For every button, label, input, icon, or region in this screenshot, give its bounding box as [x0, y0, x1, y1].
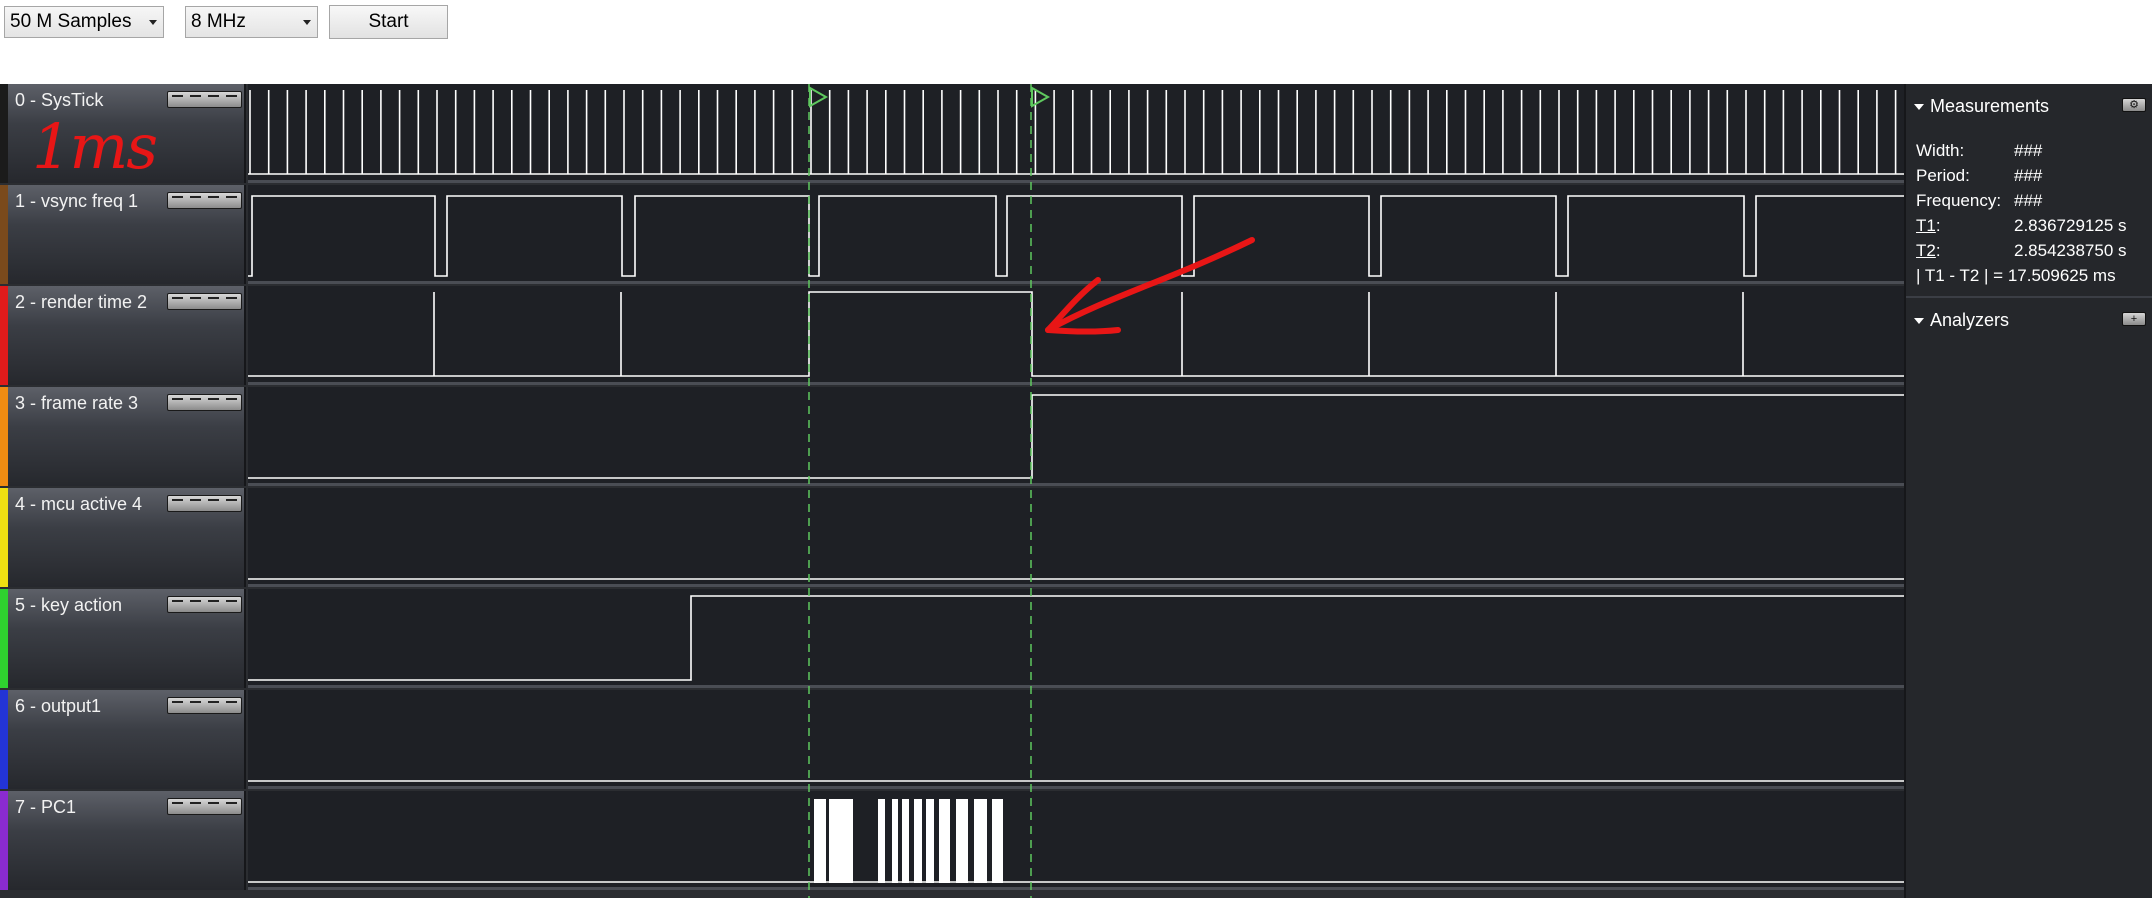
gear-icon[interactable]: ⚙	[2122, 98, 2146, 112]
analyzers-header[interactable]: Analyzers	[1914, 310, 2009, 334]
t2-row: T2: 2.854238750 s	[1916, 241, 2127, 260]
t1-row: T1: 2.836729125 s	[1916, 216, 2127, 235]
measurements-header[interactable]: Measurements	[1914, 96, 2049, 120]
annotation-arrow	[1045, 237, 1255, 335]
divider	[1906, 296, 2152, 298]
measurements-title: Measurements	[1930, 96, 2050, 116]
side-panel: Measurements ⚙ Width: ### Period: ### Fr…	[1904, 84, 2152, 898]
collapse-triangle-icon	[1914, 318, 1924, 325]
analyzers-title: Analyzers	[1930, 310, 2010, 330]
frequency-label: Frequency:	[1916, 191, 2002, 210]
frequency-row: Frequency: ###	[1916, 191, 2042, 215]
width-row: Width: ###	[1916, 141, 2042, 165]
width-value: ###	[2014, 141, 2043, 160]
t1-value: 2.836729125 s	[2014, 216, 2127, 235]
t1-label[interactable]: T1	[1916, 216, 1936, 235]
t2-value: 2.854238750 s	[2014, 241, 2127, 260]
period-label: Period:	[1916, 166, 1970, 185]
time-difference: | T1 - T2 | = 17.509625 ms	[1916, 266, 2116, 285]
frequency-value: ###	[2014, 191, 2043, 210]
period-row: Period: ###	[1916, 166, 2042, 190]
add-analyzer-icon[interactable]: +	[2122, 312, 2146, 326]
collapse-triangle-icon	[1914, 104, 1924, 111]
t2-label[interactable]: T2	[1916, 241, 1936, 260]
period-value: ###	[2014, 166, 2043, 185]
width-label: Width:	[1916, 141, 1965, 160]
